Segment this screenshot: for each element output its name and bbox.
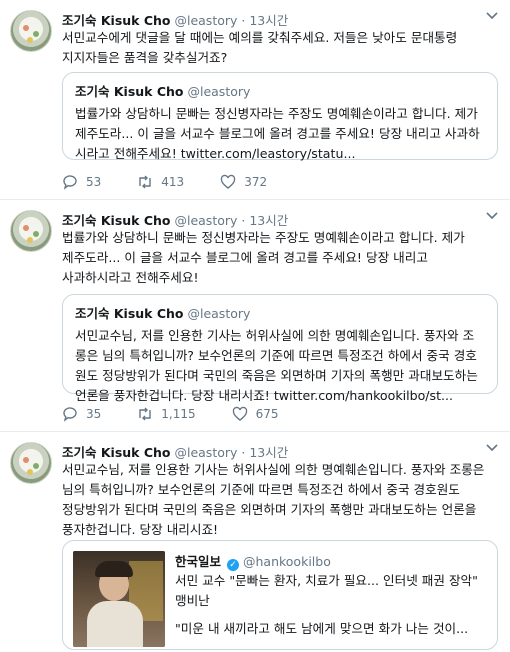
author-handle[interactable]: @leastory [174, 213, 237, 228]
quoted-author-handle: @leastory [187, 84, 251, 99]
separator-dot: · [241, 13, 246, 28]
retweet-icon [139, 407, 151, 421]
avatar[interactable] [10, 442, 52, 484]
quoted-tweet-header: 조기숙 Kisuk Cho @leastory [75, 81, 485, 100]
author-handle[interactable]: @leastory [174, 13, 237, 28]
like-button[interactable]: 675 [232, 406, 279, 422]
quoted-tweet-header: 조기숙 Kisuk Cho @leastory [75, 303, 485, 322]
quoted-author-name: 한국일보 [175, 554, 222, 569]
reply-count: 53 [86, 175, 102, 189]
separator-dot: · [241, 213, 246, 228]
retweet-button[interactable]: 413 [137, 174, 184, 190]
quoted-tweet-text: 법률가와 상담하니 문빠는 정신병자라는 주장도 명예훼손이라고 합니다. 제가… [75, 106, 480, 161]
author-handle[interactable]: @leastory [174, 445, 237, 460]
tweet-timestamp[interactable]: 13시간 [249, 213, 288, 228]
tweet-timestamp[interactable]: 13시간 [249, 445, 288, 460]
reply-button[interactable]: 53 [62, 174, 101, 190]
author-name[interactable]: 조기숙 Kisuk Cho [62, 13, 171, 28]
reply-button[interactable]: 35 [62, 406, 101, 422]
quoted-tweet-header: 한국일보 ✓ @hankookilbo [175, 551, 331, 571]
avatar[interactable] [10, 210, 52, 252]
tweet-text: 법률가와 상담하니 문빠는 정신병자라는 주장도 명예훼손이라고 합니다. 제가… [62, 230, 465, 285]
tweet-timestamp[interactable]: 13시간 [249, 13, 288, 28]
author-name[interactable]: 조기숙 Kisuk Cho [62, 445, 171, 460]
tweet-2[interactable]: 조기숙 Kisuk Cho @leastory · 13시간 법률가와 상담하니… [0, 200, 510, 432]
tweet-1[interactable]: 조기숙 Kisuk Cho @leastory · 13시간 서민교수에게 댓글… [0, 0, 510, 200]
quoted-author-name: 조기숙 Kisuk Cho [75, 306, 184, 321]
tweet-3[interactable]: 조기숙 Kisuk Cho @leastory · 13시간 서민교수님, 저를… [0, 432, 510, 652]
like-count: 675 [255, 407, 279, 421]
author-name[interactable]: 조기숙 Kisuk Cho [62, 213, 171, 228]
quoted-media-thumbnail[interactable] [73, 551, 165, 647]
quoted-tweet-text: 서민교수님, 저를 인용한 기사는 허위사실에 의한 명예훼손입니다. 풍자와 … [75, 328, 478, 403]
quoted-tweet[interactable]: 조기숙 Kisuk Cho @leastory 법률가와 상담하니 문빠는 정신… [62, 72, 498, 161]
retweet-icon [139, 175, 151, 189]
reply-icon [63, 175, 77, 190]
quoted-tweet-with-media[interactable]: 한국일보 ✓ @hankookilbo 서민 교수 "문빠는 환자, 치료가 필… [62, 540, 498, 650]
reply-count: 35 [86, 407, 102, 421]
quoted-author-handle: @hankookilbo [242, 554, 331, 569]
tweet-header: 조기숙 Kisuk Cho @leastory · 13시간 [62, 10, 288, 29]
tweet-actions: 35 1,115 675 [62, 406, 315, 422]
chevron-down-icon[interactable] [486, 12, 498, 20]
heart-icon [220, 174, 236, 189]
tweet-header: 조기숙 Kisuk Cho @leastory · 13시간 [62, 210, 288, 229]
retweet-button[interactable]: 1,115 [137, 406, 196, 422]
quoted-article-snippet: "미운 내 새끼라고 해도 남에게 맞으면 화가 나는 것이... [175, 621, 469, 636]
retweet-count: 413 [161, 175, 185, 189]
tweet-text: 서민교수에게 댓글을 달 때에는 예의를 갖춰주세요. 저들은 낮아도 문대통령… [62, 30, 458, 65]
reply-icon [63, 407, 77, 422]
separator-dot: · [241, 445, 246, 460]
like-button[interactable]: 372 [220, 174, 267, 190]
chevron-down-icon[interactable] [486, 444, 498, 452]
quoted-author-name: 조기숙 Kisuk Cho [75, 84, 184, 99]
like-count: 372 [244, 175, 268, 189]
tweet-text: 서민교수님, 저를 인용한 기사는 허위사실에 의한 명예훼손입니다. 풍자와 … [62, 462, 485, 537]
quoted-author-handle: @leastory [187, 306, 251, 321]
chevron-down-icon[interactable] [486, 212, 498, 220]
tweet-header: 조기숙 Kisuk Cho @leastory · 13시간 [62, 442, 288, 461]
heart-icon [232, 406, 247, 421]
quoted-article-title: 서민 교수 "문빠는 환자, 치료가 필요... 인터넷 패권 장악" 맹비난 [175, 573, 478, 608]
verified-badge-icon: ✓ [227, 559, 239, 571]
quoted-tweet[interactable]: 조기숙 Kisuk Cho @leastory 서민교수님, 저를 인용한 기사… [62, 294, 498, 403]
tweet-actions: 53 413 372 [62, 174, 303, 190]
retweet-count: 1,115 [161, 407, 196, 421]
avatar[interactable] [10, 10, 52, 52]
